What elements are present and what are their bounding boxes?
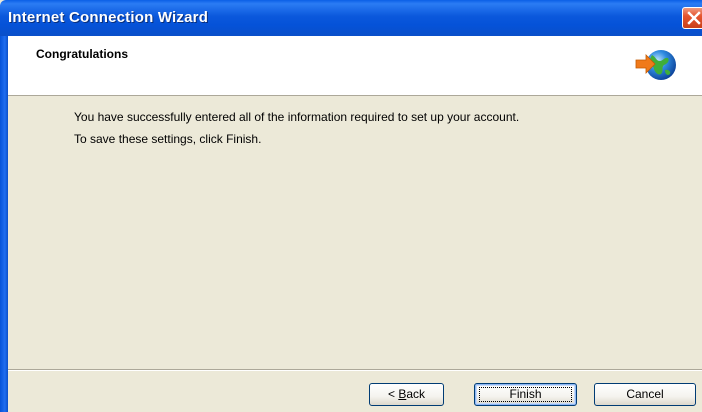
focus-rectangle bbox=[479, 387, 572, 402]
finish-instruction: To save these settings, click Finish. bbox=[74, 132, 262, 146]
wizard-window: Internet Connection Wizard Congratulatio… bbox=[0, 0, 702, 412]
window-title: Internet Connection Wizard bbox=[8, 9, 209, 26]
success-message: You have successfully entered all of the… bbox=[74, 110, 520, 124]
title-bar[interactable]: Internet Connection Wizard bbox=[0, 0, 702, 36]
cancel-button[interactable]: Cancel bbox=[594, 383, 696, 406]
close-button[interactable] bbox=[682, 7, 702, 29]
close-icon bbox=[687, 11, 701, 25]
back-button[interactable]: < Back bbox=[369, 383, 444, 406]
globe-arrow-icon bbox=[635, 50, 676, 80]
finish-button[interactable]: Finish bbox=[474, 383, 577, 406]
wizard-header: Congratulations bbox=[8, 36, 702, 96]
window-left-border bbox=[0, 36, 8, 412]
page-title: Congratulations bbox=[36, 47, 128, 61]
footer-separator bbox=[8, 369, 702, 371]
